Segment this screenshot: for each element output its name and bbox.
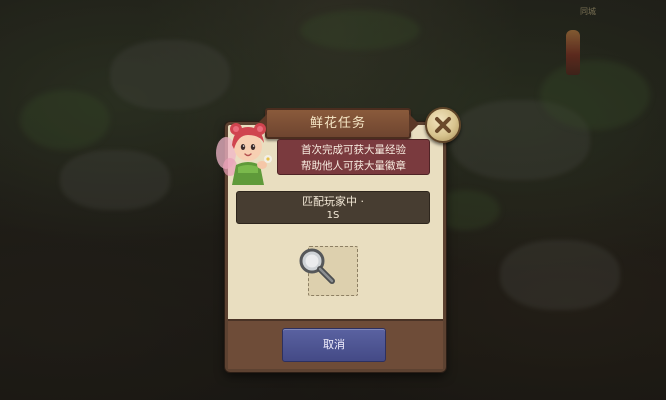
matching-timer: 1S — [326, 210, 340, 221]
fairy-avatar — [216, 123, 272, 185]
cancel-button[interactable]: 取消 — [282, 328, 386, 362]
matching-status: 匹配玩家中 · 1S — [236, 191, 430, 224]
task-reward-info: 首次完成可获大量经验 帮助他人可获大量徽章 — [277, 139, 430, 175]
info-line-badges: 帮助他人可获大量徽章 — [301, 160, 406, 172]
magnifier-icon — [299, 248, 335, 284]
close-icon — [435, 117, 451, 133]
dialog-title: 鲜花任务 — [257, 108, 419, 139]
matching-status-text: 匹配玩家中 · — [302, 195, 364, 208]
info-line-experience: 首次完成可获大量经验 — [301, 144, 406, 156]
close-button[interactable] — [425, 107, 461, 143]
